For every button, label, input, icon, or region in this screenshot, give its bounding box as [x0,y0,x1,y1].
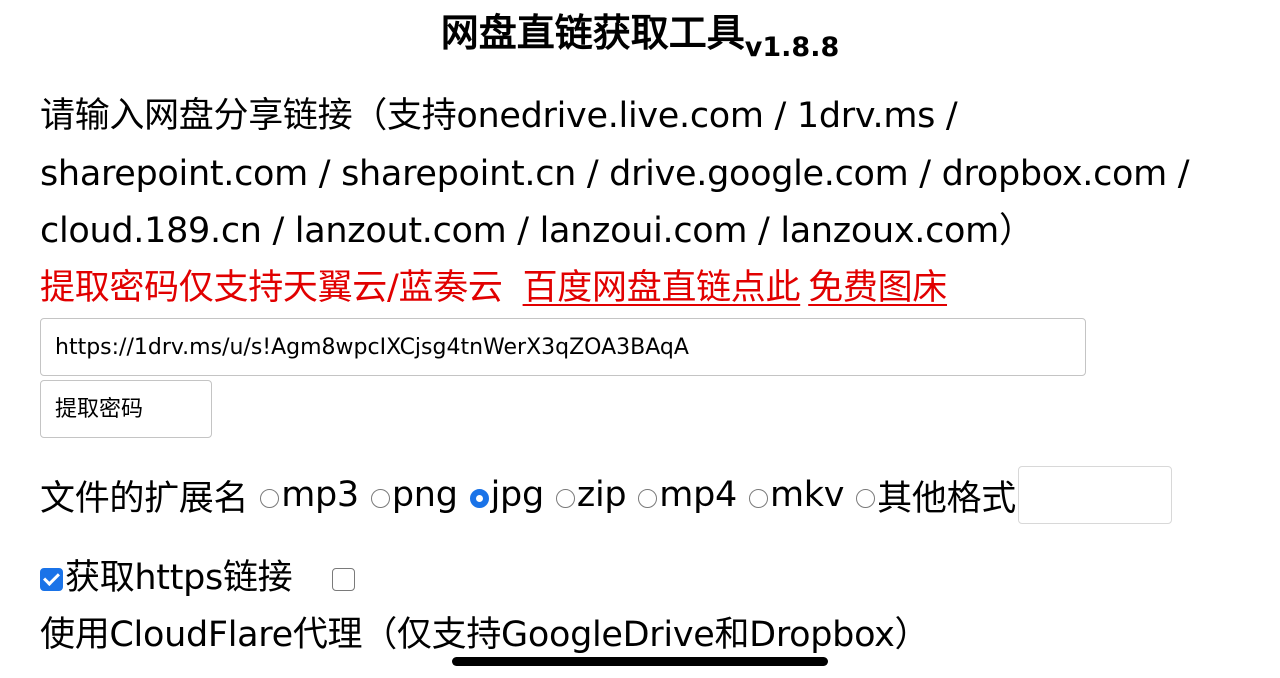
notice-line: 提取密码仅支持天翼云/蓝奏云 百度网盘直链点此 免费图床 [40,260,947,316]
version-label: v1.8.8 [744,32,840,63]
baidu-direct-link[interactable]: 百度网盘直链点此 [523,268,801,308]
extension-option-png[interactable]: png [370,475,458,515]
options-row: 获取https链接使用CloudFlare代理（仅支持GoogleDrive和D… [40,550,1230,664]
other-extension-input[interactable] [1017,466,1172,524]
extension-option-mp4[interactable]: mp4 [638,475,737,515]
radio-jpg[interactable] [469,488,489,508]
https-label[interactable]: 获取https链接 [65,558,293,598]
extension-option-zip[interactable]: zip [555,475,627,515]
option-label: 其他格式 [877,478,1016,519]
option-label: mp3 [281,475,359,515]
radio-zip[interactable] [555,488,575,508]
option-label: zip [576,475,627,515]
https-checkbox[interactable] [40,568,63,591]
extension-row: 文件的扩展名 mp3 png jpg zip mp4 mkv 其他格式 [40,466,1172,524]
home-indicator [452,657,828,666]
extension-option-other[interactable]: 其他格式 [856,470,1016,521]
free-image-bed-link[interactable]: 免费图床 [808,268,947,308]
cloudflare-checkbox[interactable] [332,568,356,591]
radio-other[interactable] [856,488,876,508]
share-link-input[interactable] [40,318,1086,376]
extension-label: 文件的扩展名 [40,478,249,519]
option-label: png [391,475,458,515]
extension-option-mp3[interactable]: mp3 [260,475,359,515]
password-notice: 提取密码仅支持天翼云/蓝奏云 [40,268,503,308]
password-input[interactable] [40,380,212,438]
option-label: mkv [769,475,845,515]
extension-option-jpg[interactable]: jpg [469,475,545,515]
radio-mp3[interactable] [260,488,280,508]
option-label: jpg [490,475,545,515]
radio-mkv[interactable] [748,488,768,508]
extension-option-mkv[interactable]: mkv [748,475,845,515]
page: 网盘直链获取工具v1.8.8 请输入网盘分享链接（支持onedrive.live… [0,0,1280,678]
radio-mp4[interactable] [638,488,658,508]
page-title: 网盘直链获取工具v1.8.8 [0,8,1280,63]
option-label: mp4 [659,475,737,515]
supported-sites-description: 请输入网盘分享链接（支持onedrive.live.com / 1drv.ms … [40,96,1190,251]
radio-png[interactable] [370,488,390,508]
title-text: 网盘直链获取工具 [440,11,745,55]
cloudflare-label[interactable]: 使用CloudFlare代理（仅支持GoogleDrive和Dropbox） [40,615,930,655]
